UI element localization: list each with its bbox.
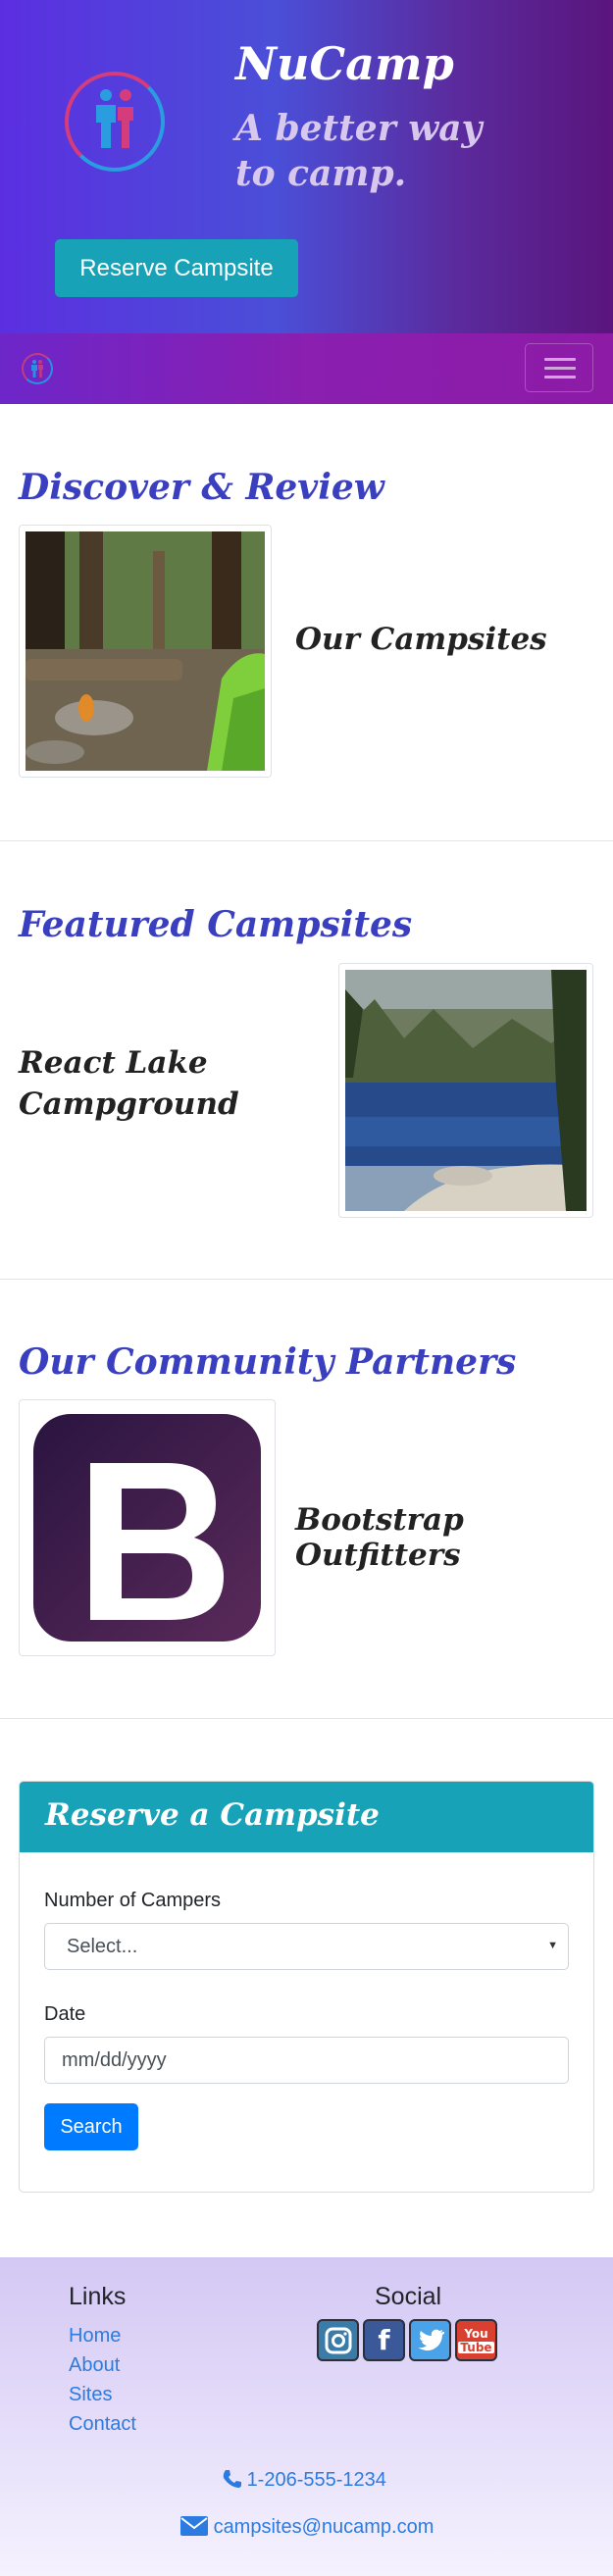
youtube-glyph-top: You	[464, 2326, 488, 2341]
hamburger-icon	[544, 358, 576, 361]
reserve-campsite-button[interactable]: Reserve Campsite	[55, 239, 298, 297]
phone-number: 1-206-555-1234	[246, 2469, 386, 2491]
card-title: Reserve a Campsite	[45, 1797, 380, 1833]
jumbotron-header: NuCamp A better way to camp. Reserve Cam…	[0, 0, 613, 333]
campers-select[interactable]: Select... ▼	[44, 1923, 569, 1970]
nucamp-logo	[65, 72, 165, 172]
partner-title[interactable]: Bootstrap Outfitters	[295, 1502, 613, 1573]
links-heading: Links	[69, 2283, 127, 2310]
campsites-thumbnail[interactable]	[19, 525, 272, 778]
select-caret-icon: ▼	[547, 1940, 558, 1951]
brand-title: NuCamp	[235, 37, 454, 90]
email-link[interactable]: campsites@nucamp.com	[180, 2516, 434, 2539]
youtube-icon[interactable]: You Tube	[455, 2319, 497, 2361]
campsite-forest-image	[26, 531, 265, 771]
instagram-icon[interactable]	[317, 2319, 359, 2361]
envelope-icon	[180, 2516, 208, 2536]
email-address: campsites@nucamp.com	[213, 2516, 434, 2538]
section-divider	[0, 840, 613, 841]
featured-heading: Featured Campsites	[19, 904, 413, 945]
campers-logo-icon	[31, 360, 43, 378]
campers-label: Number of Campers	[44, 1890, 222, 1911]
hamburger-icon	[544, 367, 576, 370]
footer-link-contact[interactable]: Contact	[69, 2413, 136, 2436]
social-heading: Social	[375, 2283, 442, 2310]
bootstrap-logo-icon	[33, 1414, 261, 1642]
date-label: Date	[44, 2003, 86, 2025]
twitter-bird-icon	[417, 2329, 444, 2350]
footer-link-sites[interactable]: Sites	[69, 2384, 112, 2406]
partners-heading: Our Community Partners	[19, 1341, 517, 1383]
partner-thumbnail[interactable]	[19, 1399, 276, 1656]
instagram-glyph-icon	[325, 2327, 351, 2353]
campers-select-value: Select...	[67, 1936, 138, 1957]
hamburger-icon	[544, 376, 576, 379]
reserve-campsite-card: Reserve a Campsite Number of Campers Sel…	[19, 1781, 594, 2193]
brand-tagline: A better way to camp.	[235, 108, 483, 194]
search-button[interactable]: Search	[44, 2103, 138, 2150]
campers-logo-icon	[96, 89, 133, 148]
phone-link[interactable]: 1-206-555-1234	[222, 2469, 386, 2492]
discover-heading: Discover & Review	[19, 467, 384, 508]
navbar-logo-icon[interactable]	[22, 353, 53, 384]
facebook-icon[interactable]: f	[363, 2319, 405, 2361]
youtube-glyph-bottom: Tube	[458, 2340, 494, 2354]
card-header: Reserve a Campsite	[20, 1782, 593, 1852]
section-divider	[0, 1718, 613, 1719]
phone-icon	[223, 2470, 241, 2488]
campsites-title[interactable]: Our Campsites	[295, 622, 547, 657]
footer-link-home[interactable]: Home	[69, 2325, 121, 2348]
date-input[interactable]: mm/dd/yyyy	[44, 2037, 569, 2084]
footer-link-about[interactable]: About	[69, 2354, 120, 2377]
navbar	[0, 333, 613, 404]
lake-image	[345, 970, 587, 1211]
navbar-toggler-button[interactable]	[525, 343, 593, 392]
twitter-icon[interactable]	[409, 2319, 451, 2361]
section-divider	[0, 1279, 613, 1280]
featured-campground-thumbnail[interactable]	[338, 963, 593, 1218]
featured-campground-title[interactable]: React Lake Campground	[19, 1042, 239, 1125]
